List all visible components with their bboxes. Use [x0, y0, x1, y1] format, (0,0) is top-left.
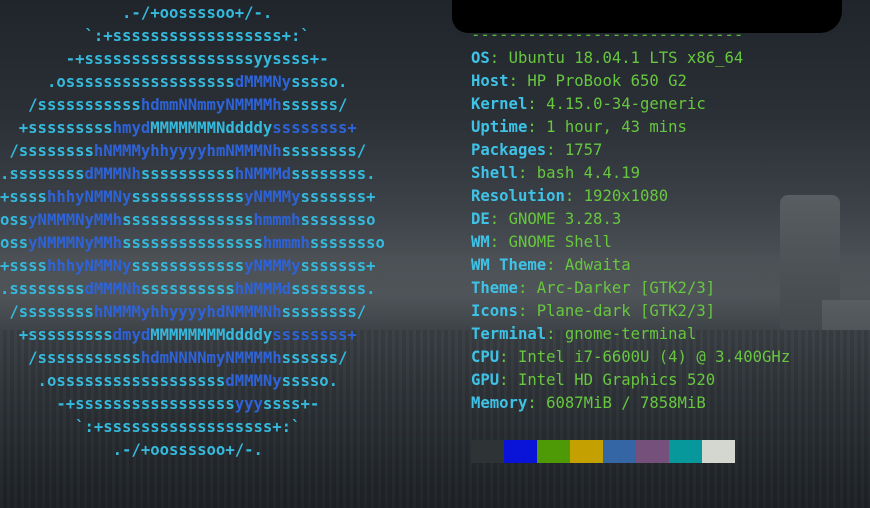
- color-palette: [471, 440, 735, 463]
- info-key: Packages: [471, 141, 547, 159]
- info-row: CPU: Intel i7-6600U (4) @ 3.400GHz: [471, 346, 790, 369]
- info-value: HP ProBook 650 G2: [527, 72, 687, 90]
- info-colon: :: [546, 256, 565, 274]
- info-colon: :: [517, 164, 537, 182]
- info-key: Host: [471, 72, 509, 90]
- info-value: gnome-terminal: [564, 325, 697, 343]
- logo-line: .ssssssssdMMMNhsssssssssshNMMMdssssssss.: [0, 165, 376, 183]
- logo-line: /sssssssshNMMMyhhyyyyhdNMMMNhssssssss/: [0, 303, 367, 321]
- info-row: Shell: bash 4.4.19: [471, 162, 790, 185]
- info-row: Packages: 1757: [471, 139, 790, 162]
- info-value: 1 hour, 43 mins: [546, 118, 687, 136]
- info-value: Intel i7-6600U (4) @ 3.400GHz: [517, 348, 791, 366]
- palette-swatch: [537, 440, 570, 463]
- info-row: Terminal: gnome-terminal: [471, 323, 790, 346]
- logo-line: /sssssssshNMMMyhhyyyyhmNMMMNhssssssss/: [0, 142, 367, 160]
- info-colon: :: [527, 95, 547, 113]
- info-value: 1920x1080: [583, 187, 669, 205]
- logo-line: /ssssssssssshdmmNNmmyNMMMMhssssss/: [0, 96, 348, 114]
- info-value: Arc-Darker [GTK2/3]: [536, 279, 716, 297]
- info-separator: -----------------------------: [471, 26, 744, 44]
- info-colon: :: [517, 279, 537, 297]
- system-info-panel: ----------------------------- OS: Ubuntu…: [471, 24, 790, 415]
- info-value: GNOME 3.28.3: [508, 210, 622, 228]
- logo-line: `:+ssssssssssssssssss+:`: [0, 418, 301, 436]
- palette-swatch: [702, 440, 735, 463]
- info-value: 6087MiB / 7858MiB: [546, 394, 706, 412]
- palette-swatch: [504, 440, 537, 463]
- info-value: Ubuntu 18.04.1 LTS x86_64: [508, 49, 744, 67]
- logo-line: /ssssssssssshdmNNNNmyNMMMMhssssss/: [0, 349, 348, 367]
- info-row: OS: Ubuntu 18.04.1 LTS x86_64: [471, 47, 790, 70]
- info-colon: :: [546, 325, 565, 343]
- info-value: Intel HD Graphics 520: [517, 371, 716, 389]
- info-row: Host: HP ProBook 650 G2: [471, 70, 790, 93]
- info-key: WM: [471, 233, 490, 251]
- info-row: WM Theme: Adwaita: [471, 254, 790, 277]
- info-key: Theme: [471, 279, 518, 297]
- info-value: Plane-dark [GTK2/3]: [536, 302, 716, 320]
- info-colon: :: [499, 348, 518, 366]
- info-key: Kernel: [471, 95, 528, 113]
- info-value: 4.15.0-34-generic: [546, 95, 706, 113]
- logo-line: +sssshhhyNMMNyssssssssssssyNMMMysssssss+: [0, 257, 376, 275]
- info-row: Icons: Plane-dark [GTK2/3]: [471, 300, 790, 323]
- info-value: GNOME Shell: [508, 233, 612, 251]
- info-row: Resolution: 1920x1080: [471, 185, 790, 208]
- info-colon: :: [489, 49, 509, 67]
- info-colon: :: [489, 233, 509, 251]
- logo-line: +sssshhhyNMMNyssssssssssssyNMMMysssssss+: [0, 188, 376, 206]
- logo-line: .-/+oossssoo+/-.: [0, 441, 263, 459]
- logo-line: -+sssssssssssssssssyyyssss+-: [0, 395, 320, 413]
- palette-swatch: [471, 440, 504, 463]
- info-colon: :: [517, 302, 537, 320]
- info-colon: :: [564, 187, 584, 205]
- logo-line: .-/+oossssoo+/-.: [0, 4, 273, 22]
- info-key: GPU: [471, 371, 500, 389]
- info-row: GPU: Intel HD Graphics 520: [471, 369, 790, 392]
- palette-swatch: [636, 440, 669, 463]
- info-key: WM Theme: [471, 256, 547, 274]
- info-key: OS: [471, 49, 490, 67]
- logo-line: .ssssssssdMMMNhsssssssssshNMMMdssssssss.: [0, 280, 376, 298]
- info-colon: :: [527, 118, 547, 136]
- info-value: bash 4.4.19: [536, 164, 641, 182]
- info-value: Adwaita: [564, 256, 631, 274]
- info-key: DE: [471, 210, 490, 228]
- logo-line: +ssssssssshmydMMMMMMMNddddyssssssss+: [0, 119, 357, 137]
- logo-line: .ossssssssssssssssssdMMMNysssso.: [0, 372, 339, 390]
- logo-line: ossyNMMMNyMMhsssssssssssssshmmmhssssssso: [0, 211, 376, 229]
- info-row: Theme: Arc-Darker [GTK2/3]: [471, 277, 790, 300]
- info-colon: :: [489, 210, 509, 228]
- logo-line: ossyNMMMNyMMhssssssssssssssshmmmhsssssss…: [0, 234, 385, 252]
- info-key: Memory: [471, 394, 528, 412]
- info-key: Resolution: [471, 187, 565, 205]
- logo-line: +sssssssssdmydMMMMMMMMddddyssssssss+: [0, 326, 357, 344]
- info-row: Uptime: 1 hour, 43 mins: [471, 116, 790, 139]
- logo-line: .ossssssssssssssssssdMMMNysssso.: [0, 73, 348, 91]
- info-row: DE: GNOME 3.28.3: [471, 208, 790, 231]
- info-colon: :: [546, 141, 565, 159]
- info-key: Terminal: [471, 325, 547, 343]
- info-colon: :: [499, 371, 518, 389]
- info-key: Icons: [471, 302, 518, 320]
- info-row: WM: GNOME Shell: [471, 231, 790, 254]
- palette-swatch: [603, 440, 636, 463]
- ubuntu-ascii-logo: .-/+oossssoo+/-. `:+ssssssssssssssssss+:…: [0, 2, 385, 462]
- info-key: Uptime: [471, 118, 528, 136]
- palette-swatch: [669, 440, 702, 463]
- logo-line: `:+ssssssssssssssssss+:`: [0, 27, 310, 45]
- info-key: Shell: [471, 164, 518, 182]
- info-colon: :: [508, 72, 528, 90]
- info-value: 1757: [564, 141, 603, 159]
- info-key: CPU: [471, 348, 500, 366]
- info-row: Memory: 6087MiB / 7858MiB: [471, 392, 790, 415]
- info-colon: :: [527, 394, 547, 412]
- logo-line: -+ssssssssssssssssssyyssss+-: [0, 50, 329, 68]
- info-row: Kernel: 4.15.0-34-generic: [471, 93, 790, 116]
- palette-swatch: [570, 440, 603, 463]
